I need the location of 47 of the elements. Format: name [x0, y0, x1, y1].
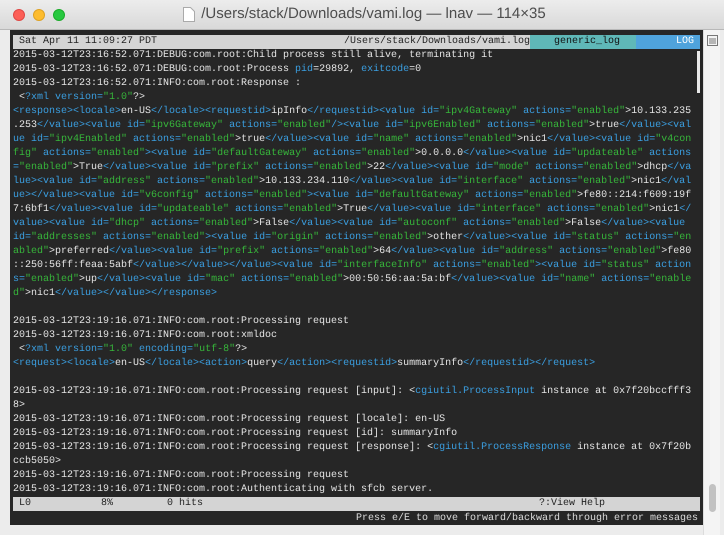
log-line: id="addresses" actions="enabled"><value id="origin" actions="enabled">other</value><value id="status" actions="en: [13, 231, 692, 245]
log-line: fig" actions="enabled"><value id="defaultGateway" actions="enabled">0.0.0.0</value><value id="updateable" actions: [13, 147, 692, 161]
log-line: 2015-03-12T23:16:52.071:INFO:com.root:Response :: [13, 77, 302, 91]
log-line: 2015-03-12T23:19:16.071:INFO:com.root:Processing request [response]: <cgiutil.ProcessResponse instance at 0x7f20b: [13, 441, 692, 455]
log-line: <request><locale>en-US</locale><action>query</action><requestid>summaryInfo</requestid></request>: [13, 357, 596, 371]
scrollbar-thumb[interactable]: [697, 51, 700, 93]
log-line: 2015-03-12T23:19:16.071:INFO:com.root:Processing request: [13, 315, 350, 329]
log-line: abled">preferred</value><value id="prefix" actions="enabled">64</value><value id="address" actions="enabled">fe80: [13, 245, 692, 259]
status-message: Press e/E to move forward/backward through error messages: [356, 512, 699, 526]
log-line: 2015-03-12T23:19:16.071:INFO:com.root:Processing request [input]: <cgiutil.ProcessInput instance at 0x7f20bccfff3: [13, 385, 692, 399]
format-label: generic_log: [530, 35, 636, 49]
log-line: value><value id="dhcp" actions="enabled">False</value><value id="autoconf" actions="enabled">False</value><value: [13, 217, 686, 231]
window-scrollbar-thumb[interactable]: [708, 484, 716, 512]
window-title: /Users/stack/Downloads/vami.log — lnav — 114×35: [201, 4, 546, 24]
log-line: 8>: [13, 399, 26, 413]
log-line: d">nic1</value></value></response>: [13, 287, 218, 301]
log-line: ue id="ipv4Enabled" actions="enabled">true</value><value id="name" actions="enabled">nic1</value><value id="v4con: [13, 133, 692, 147]
log-line: ="enabled">True</value><value id="prefix" actions="enabled">22</value><value id="mode" actions="enabled">dhcp</va: [13, 161, 692, 175]
log-line: <response><locale>en-US</locale><requestid>ipInfo</requestid><value id="ipv4Gateway" actions="enabled">10.133.235: [13, 105, 692, 119]
log-line: ue></value><value id="v6config" actions="enabled"><value id="defaultGateway" actions="enabled">fe80::214:f609:19f: [13, 189, 692, 203]
log-line: lue><value id="address" actions="enabled">10.133.234.110</value><value id="interface" actions="enabled">nic1</val: [13, 175, 692, 189]
log-line: 2015-03-12T23:16:52.071:DEBUG:com.root:Process pid=29892, exitcode=0: [13, 63, 422, 77]
clock-text: Sat Apr 11 11:09:27 PDT: [18, 35, 158, 49]
log-line: 2015-03-12T23:16:52.071:DEBUG:com.root:Child process still alive, terminating it: [13, 49, 494, 63]
view-label: LOG: [636, 35, 700, 49]
log-line: ccb5050>: [13, 455, 62, 469]
log-line: 2015-03-12T23:19:16.071:INFO:com.root:xmldoc: [13, 329, 278, 343]
minimize-button[interactable]: [33, 8, 45, 20]
help-hint: ?:View Help: [539, 497, 606, 511]
log-line: <?xml version="1.0" encoding="utf-8"?>: [18, 343, 248, 357]
log-line: s="enabled">up</value><value id="mac" actions="enabled">00:50:56:aa:5a:bf</value><value id="name" actions="enable: [13, 273, 692, 287]
file-path: /Users/stack/Downloads/vami.log: [344, 35, 530, 49]
close-button[interactable]: [13, 8, 25, 20]
log-line: .253</value><value id="ipv6Gateway" actions="enabled"/><value id="ipv6Enabled" actions="enabled">true</value><val: [13, 119, 692, 133]
log-line: <?xml version="1.0"?>: [18, 91, 146, 105]
log-line: 2015-03-12T23:19:16.071:INFO:com.root:Processing request: [13, 469, 350, 483]
log-line: ::250:56ff:feaa:5abf</value></value></value><value id="interfaceInfo" actions="enabled"><value id="status" action: [13, 259, 692, 273]
log-line: 7:6bf1</value><value id="updateable" actions="enabled">True</value><value id="interface" actions="enabled">nic1</: [13, 203, 692, 217]
line-number: L0: [18, 497, 32, 511]
document-icon: [183, 7, 196, 22]
menu-icon[interactable]: [706, 35, 718, 46]
zoom-button[interactable]: [53, 8, 65, 20]
log-line: 2015-03-12T23:19:16.071:INFO:com.root:Processing request [locale]: en-US: [13, 413, 446, 427]
log-line: 2015-03-12T23:19:16.071:INFO:com.root:Authenticating with sfcb server.: [13, 483, 434, 497]
percent-text: 8%: [101, 497, 114, 511]
hits-text: 0 hits: [167, 497, 204, 511]
log-line: 2015-03-12T23:19:16.071:INFO:com.root:Processing request [id]: summaryInfo: [13, 427, 458, 441]
